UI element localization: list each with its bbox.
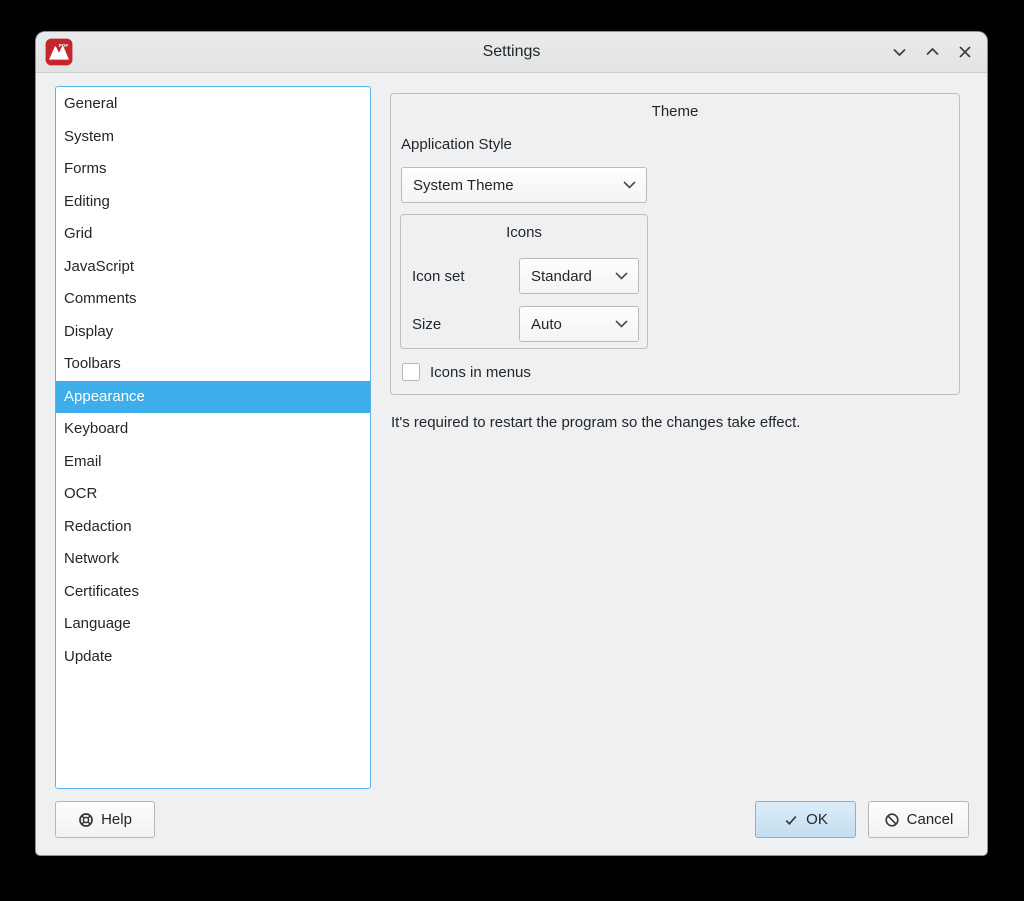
sidebar-item-redaction[interactable]: Redaction: [56, 511, 370, 544]
icon-set-value: Standard: [531, 267, 592, 285]
sidebar-item-keyboard[interactable]: Keyboard: [56, 413, 370, 446]
help-lifebuoy-icon: [79, 812, 93, 827]
sidebar-item-appearance[interactable]: Appearance: [56, 380, 370, 413]
settings-category-list: General System Forms Editing Grid JavaScript C…: [55, 86, 371, 789]
close-button[interactable]: [957, 44, 973, 60]
cancel-button[interactable]: Cancel: [868, 801, 969, 838]
restart-note: It's required to restart the program so …: [391, 414, 801, 431]
maximize-button[interactable]: [924, 44, 940, 60]
chevron-down-icon: [615, 320, 628, 328]
chevron-down-icon: [615, 272, 628, 280]
minimize-button[interactable]: [891, 44, 907, 60]
icons-group-box: Icons Icon set Standard Size Auto: [400, 214, 648, 349]
sidebar-item-system[interactable]: System: [56, 121, 370, 154]
application-style-value: System Theme: [413, 176, 514, 194]
size-value: Auto: [531, 315, 562, 333]
sidebar-item-email[interactable]: Email: [56, 446, 370, 479]
sidebar-item-ocr[interactable]: OCR: [56, 478, 370, 511]
icons-in-menus-row[interactable]: Icons in menus: [402, 363, 531, 381]
ok-button[interactable]: OK: [755, 801, 856, 838]
icon-set-label: Icon set: [412, 268, 465, 285]
sidebar-item-toolbars[interactable]: Toolbars: [56, 348, 370, 381]
application-style-select[interactable]: System Theme: [401, 167, 647, 203]
sidebar-item-language[interactable]: Language: [56, 608, 370, 641]
close-icon: [959, 46, 971, 58]
icons-group-title: Icons: [506, 224, 542, 241]
checkmark-icon: [785, 815, 797, 825]
application-style-label: Application Style: [401, 136, 512, 153]
help-button-label: Help: [101, 811, 132, 828]
chevron-down-icon: [892, 48, 906, 57]
size-label: Size: [412, 316, 442, 333]
size-select[interactable]: Auto: [519, 306, 639, 342]
cancel-button-label: Cancel: [906, 811, 954, 828]
sidebar-item-comments[interactable]: Comments: [56, 283, 370, 316]
no-entry-icon: [885, 812, 899, 827]
icons-in-menus-label: Icons in menus: [430, 363, 531, 381]
titlebar[interactable]: PDF Settings: [36, 32, 987, 73]
sidebar-item-javascript[interactable]: JavaScript: [56, 251, 370, 284]
theme-group-title: Theme: [651, 103, 699, 120]
sidebar-item-display[interactable]: Display: [56, 316, 370, 349]
sidebar-item-grid[interactable]: Grid: [56, 218, 370, 251]
window-title: Settings: [482, 43, 541, 60]
settings-dialog: PDF Settings General System Forms Editing Gr…: [36, 32, 987, 855]
sidebar-item-forms[interactable]: Forms: [56, 153, 370, 186]
ok-button-label: OK: [806, 811, 828, 828]
chevron-up-icon: [925, 47, 939, 56]
help-button[interactable]: Help: [55, 801, 155, 838]
sidebar-item-certificates[interactable]: Certificates: [56, 576, 370, 609]
sidebar-item-editing[interactable]: Editing: [56, 186, 370, 219]
chevron-down-icon: [623, 181, 636, 189]
sidebar-item-update[interactable]: Update: [56, 641, 370, 674]
sidebar-item-network[interactable]: Network: [56, 543, 370, 576]
sidebar-item-general[interactable]: General: [56, 88, 370, 121]
theme-group-box: Theme Application Style System Theme Ico…: [390, 93, 960, 395]
icon-set-select[interactable]: Standard: [519, 258, 639, 294]
icons-in-menus-checkbox[interactable]: [402, 363, 420, 381]
